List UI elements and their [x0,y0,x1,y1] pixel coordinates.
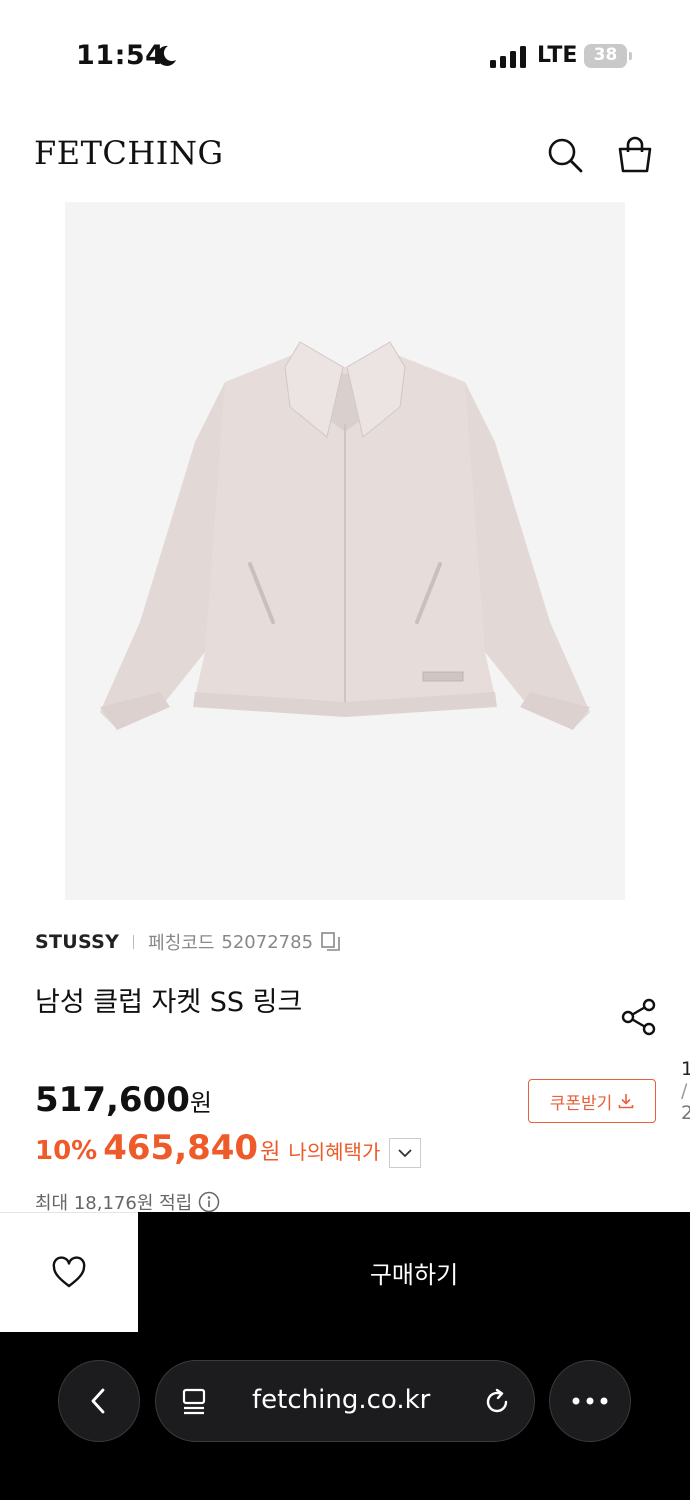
sale-price-row: 10% 465,840 원 나의혜택가 [35,1128,421,1172]
discount-rate: 10% [35,1136,98,1166]
buy-button[interactable]: 구매하기 [138,1212,690,1332]
chevron-left-icon [91,1388,105,1414]
network-label: LTE [537,43,578,68]
product-code-label: 페칭코드 [148,933,215,954]
product-image-gallery[interactable]: 1 / 2 [65,202,690,1124]
search-button[interactable] [544,134,586,176]
product-jacket-image [100,341,590,730]
divider [133,935,135,949]
battery-level: 38 [593,45,618,65]
coupon-button[interactable]: 쿠폰받기 [528,1079,656,1123]
address-bar[interactable]: fetching.co.kr [155,1360,535,1442]
reload-icon[interactable] [482,1387,512,1417]
pager-current: 1 [681,1058,690,1080]
browser-toolbar: fetching.co.kr [0,1332,690,1500]
share-button[interactable] [620,998,658,1036]
original-price: 517,600원 [35,1080,212,1120]
purchase-bar: 구매하기 [0,1212,690,1332]
benefit-expand-button[interactable] [389,1138,421,1168]
original-price-currency: 원 [189,1089,212,1117]
url-text: fetching.co.kr [252,1385,431,1415]
sale-price-value: 465,840 [103,1128,259,1168]
pager-total: 2 [681,1102,690,1124]
battery-icon: 38 [584,44,632,68]
more-icon [572,1397,608,1405]
status-time: 11:54 [76,40,165,71]
copy-icon[interactable] [321,932,341,952]
moon-icon [156,45,176,66]
brand-name[interactable]: STUSSY [35,931,119,953]
info-icon[interactable] [198,1191,220,1213]
more-options-button[interactable] [549,1360,631,1442]
site-header: FETCHING [0,120,690,190]
buy-button-label: 구매하기 [369,1260,459,1289]
original-price-value: 517,600 [35,1080,190,1120]
sale-price-currency: 원 [260,1140,281,1165]
product-code-value: 52072785 [221,931,314,953]
product-title: 남성 클럽 자켓 SS 링크 [35,987,303,1018]
search-icon [548,138,583,173]
reward-points-text: 최대 18,176원 적립 [35,1193,193,1214]
wishlist-button[interactable] [0,1212,138,1332]
back-button[interactable] [58,1360,140,1442]
cart-button[interactable] [614,134,656,176]
chevron-down-icon [398,1149,412,1158]
coupon-label: 쿠폰받기 [549,1093,613,1114]
heart-icon [52,1255,86,1287]
my-benefit-label: 나의혜택가 [288,1140,381,1164]
shopping-bag-icon [618,136,652,173]
reader-mode-icon[interactable] [180,1387,210,1417]
reward-points: 최대 18,176원 적립 [35,1190,220,1214]
status-bar: 11:54 LTE 38 [0,0,690,110]
image-pager: 1 / 2 [681,1058,690,1124]
pager-separator: / [681,1080,688,1102]
brand-row: STUSSY 페칭코드 52072785 [35,928,341,956]
signal-icon [490,46,526,68]
site-logo[interactable]: FETCHING [34,134,224,172]
download-icon [618,1094,634,1109]
share-icon [621,998,656,1036]
